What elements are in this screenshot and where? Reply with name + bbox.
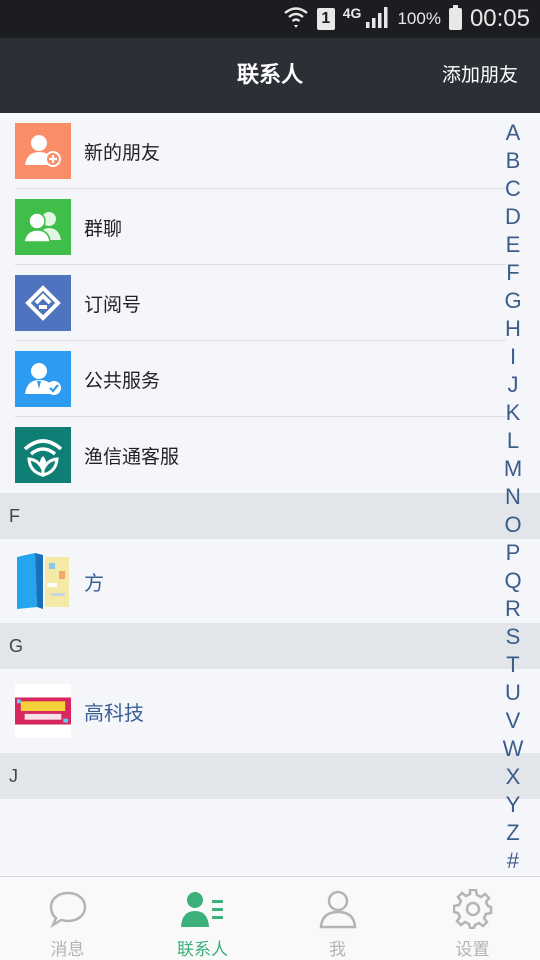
index-letter[interactable]: D	[505, 203, 521, 231]
item-label: 群聊	[84, 217, 123, 240]
index-letter[interactable]: E	[506, 231, 521, 259]
battery-icon	[448, 5, 462, 30]
tab-settings[interactable]: 设置	[405, 877, 540, 960]
new-friends-item[interactable]: 新的朋友	[0, 113, 540, 189]
index-letter[interactable]: B	[506, 147, 521, 175]
add-friend-icon	[15, 123, 71, 179]
contact-item[interactable]: 高科技	[0, 669, 540, 753]
index-letter[interactable]: K	[506, 399, 521, 427]
subscription-item[interactable]: 订阅号	[0, 265, 540, 341]
index-letter[interactable]: F	[506, 259, 519, 287]
index-letter[interactable]: M	[504, 455, 522, 483]
bottom-nav: 消息 联系人 我 设置	[0, 876, 540, 960]
index-letter[interactable]: V	[506, 707, 521, 735]
index-letter[interactable]: N	[505, 483, 521, 511]
section-header-j: J	[0, 753, 540, 799]
index-letter[interactable]: H	[505, 315, 521, 343]
tab-contacts[interactable]: 联系人	[135, 877, 270, 960]
chat-bubble-icon	[46, 887, 90, 931]
wifi-icon	[283, 5, 309, 33]
customer-service-icon	[15, 427, 71, 483]
section-header-f: F	[0, 493, 540, 539]
index-letter[interactable]: T	[506, 651, 519, 679]
index-letter[interactable]: I	[510, 343, 516, 371]
index-letter[interactable]: G	[504, 287, 521, 315]
tab-label: 我	[329, 940, 346, 960]
item-label: 新的朋友	[84, 141, 161, 164]
add-friend-button[interactable]: 添加朋友	[442, 38, 518, 113]
status-bar: 1 4G 100% 00:05	[0, 0, 540, 38]
item-label: 公共服务	[84, 369, 161, 392]
sim-badge: 1	[316, 8, 335, 30]
index-letter[interactable]: J	[508, 371, 519, 399]
index-letter[interactable]: S	[506, 623, 521, 651]
index-letter[interactable]: W	[503, 735, 524, 763]
item-label: 订阅号	[84, 293, 142, 316]
contact-list: 新的朋友 群聊 订阅号 公共服务 渔信通客服 F 方 G 高科技 J	[0, 113, 540, 876]
contacts-screen: 1 4G 100% 00:05 联系人 添加朋友 新的朋友 群聊 订阅号 公共服…	[0, 0, 540, 960]
contact-item[interactable]: 方	[0, 539, 540, 623]
index-letter[interactable]: C	[505, 175, 521, 203]
public-service-icon	[15, 351, 71, 407]
index-letter[interactable]: #	[507, 847, 519, 875]
index-letter[interactable]: Y	[506, 791, 521, 819]
clock: 00:05	[469, 5, 530, 32]
public-service-item[interactable]: 公共服务	[0, 341, 540, 417]
index-letter[interactable]: P	[506, 539, 521, 567]
tab-label: 设置	[455, 940, 490, 960]
group-chat-item[interactable]: 群聊	[0, 189, 540, 265]
alphabet-index[interactable]: A B C D E F G H I J K L M N O P Q R S T U V W X Y Z #	[502, 119, 524, 875]
contact-name: 方	[84, 570, 104, 595]
tab-me[interactable]: 我	[270, 877, 405, 960]
index-letter[interactable]: Q	[504, 567, 521, 595]
customer-service-item[interactable]: 渔信通客服	[0, 417, 540, 493]
gear-icon	[451, 887, 495, 931]
item-label: 渔信通客服	[84, 445, 180, 468]
network-type: 4G	[342, 5, 362, 21]
avatar	[15, 553, 71, 609]
index-letter[interactable]: A	[506, 119, 521, 147]
subscription-icon	[15, 275, 71, 331]
tab-label: 联系人	[177, 940, 228, 960]
index-letter[interactable]: X	[506, 763, 521, 791]
index-letter[interactable]: L	[507, 427, 519, 455]
group-chat-icon	[15, 199, 71, 255]
contact-name: 高科技	[84, 700, 144, 725]
index-letter[interactable]: U	[505, 679, 521, 707]
index-letter[interactable]: Z	[506, 819, 519, 847]
person-icon	[316, 887, 360, 931]
tab-label: 消息	[50, 940, 85, 960]
signal-icon	[365, 6, 389, 32]
index-letter[interactable]: O	[504, 511, 521, 539]
index-letter[interactable]: R	[505, 595, 521, 623]
tab-messages[interactable]: 消息	[0, 877, 135, 960]
avatar	[15, 683, 71, 739]
section-header-g: G	[0, 623, 540, 669]
battery-percent: 100%	[397, 9, 441, 28]
contacts-icon	[180, 887, 225, 931]
app-header: 联系人 添加朋友	[0, 38, 540, 113]
